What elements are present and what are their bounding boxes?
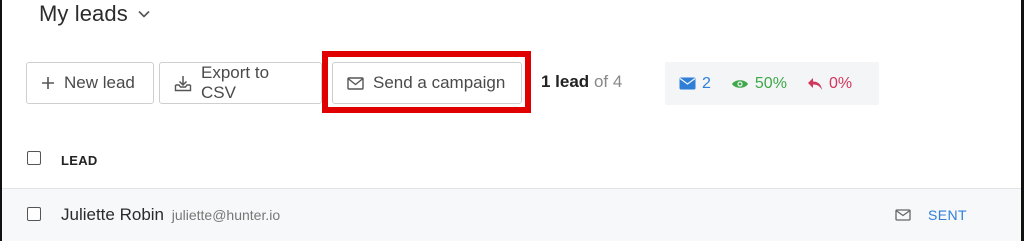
export-csv-button[interactable]: Export to CSV bbox=[159, 62, 322, 104]
replied-rate: 0% bbox=[828, 74, 853, 92]
page-title: My leads bbox=[39, 1, 128, 26]
lead-count-shown: 1 lead bbox=[541, 72, 590, 91]
title-dropdown[interactable]: My leads bbox=[39, 0, 152, 28]
envelope-icon bbox=[347, 76, 364, 90]
envelope-filled-icon bbox=[679, 77, 696, 90]
lead-count: 1 lead of 4 bbox=[541, 72, 622, 92]
opened-stat: 50% bbox=[731, 75, 787, 93]
opened-rate: 50% bbox=[754, 74, 787, 92]
lead-name-cell: Juliette Robin juliette@hunter.io bbox=[61, 205, 280, 225]
new-lead-button[interactable]: New lead bbox=[26, 62, 154, 104]
eye-icon bbox=[731, 79, 748, 88]
lead-email: juliette@hunter.io bbox=[171, 207, 281, 223]
status-badge: SENT bbox=[928, 207, 967, 223]
select-all-checkbox[interactable] bbox=[27, 151, 41, 165]
chevron-down-icon bbox=[138, 7, 152, 21]
export-label: Export to CSV bbox=[201, 63, 270, 102]
lead-column-header: LEAD bbox=[61, 153, 98, 168]
table-header: LEAD bbox=[2, 148, 1021, 189]
row-checkbox[interactable] bbox=[27, 207, 41, 221]
plus-icon bbox=[42, 77, 54, 89]
replied-stat: 0% bbox=[807, 75, 852, 93]
sent-stat: 2 bbox=[679, 75, 711, 93]
campaign-stats: 2 50% 0% bbox=[665, 62, 879, 105]
lead-name: Juliette Robin bbox=[61, 205, 165, 224]
download-tray-icon bbox=[174, 75, 192, 91]
new-lead-label: New lead bbox=[64, 73, 135, 92]
lead-count-total: of 4 bbox=[593, 72, 623, 91]
sent-count: 2 bbox=[702, 74, 711, 92]
campaign-label: Send a campaign bbox=[373, 73, 506, 92]
send-campaign-button[interactable]: Send a campaign bbox=[332, 62, 522, 104]
reply-icon bbox=[807, 77, 822, 90]
leads-panel: My leads New lead Export to CSV Send a c… bbox=[0, 0, 1024, 241]
envelope-icon bbox=[895, 209, 911, 221]
table-row[interactable]: Juliette Robin juliette@hunter.io SENT bbox=[2, 189, 1021, 241]
